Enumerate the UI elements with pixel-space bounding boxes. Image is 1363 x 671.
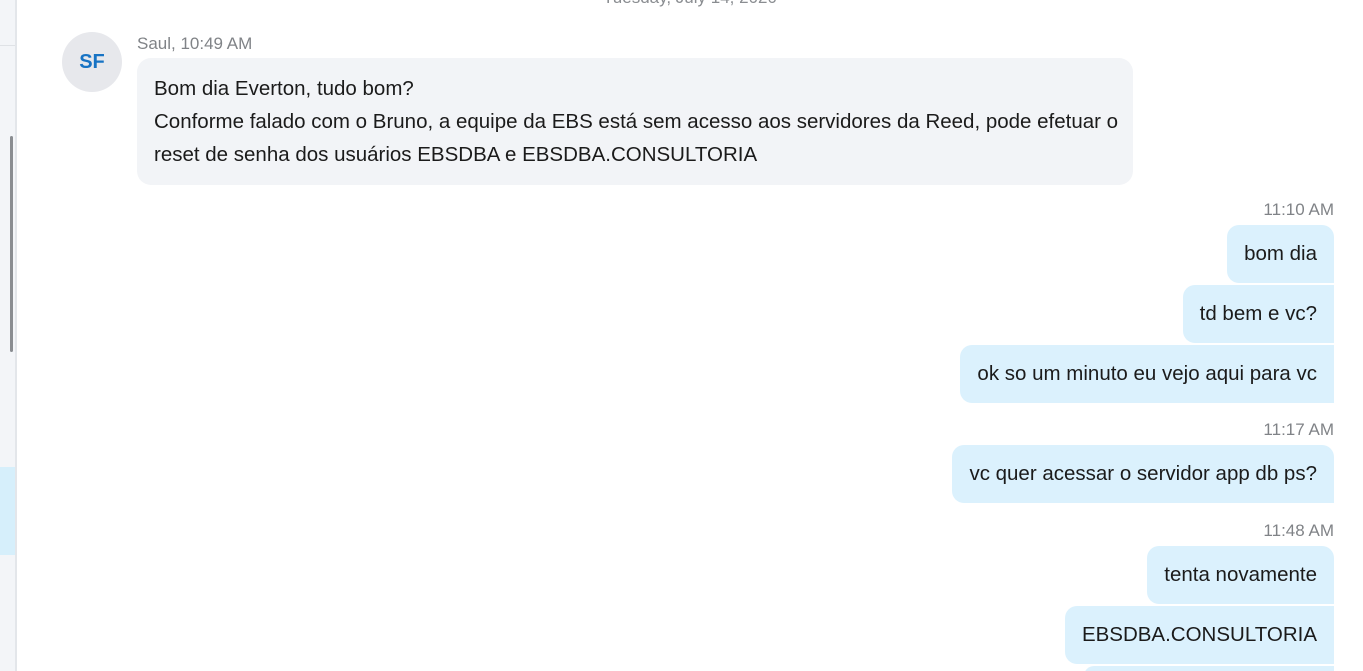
message-timestamp: 11:10 AM <box>1263 200 1334 219</box>
outgoing-message-bubble[interactable]: ok so um minuto eu vejo aqui para vc <box>960 345 1334 403</box>
outgoing-message-bubble[interactable]: td bem e vc? <box>1182 285 1334 343</box>
avatar-initials: SF <box>79 50 105 73</box>
outgoing-message-bubble-partial[interactable] <box>1084 666 1334 671</box>
conversation-list-panel <box>0 0 17 671</box>
sidebar-scrollbar[interactable] <box>10 136 13 352</box>
outgoing-message-bubble[interactable]: tenta novamente <box>1147 546 1334 604</box>
message-line: reset de senha dos usuários EBSDBA e EBS… <box>154 143 758 166</box>
outgoing-message-bubble[interactable]: vc quer acessar o servidor app db ps? <box>952 445 1334 503</box>
sidebar-divider <box>0 45 15 46</box>
avatar[interactable]: SF <box>62 32 122 92</box>
outgoing-message-bubble[interactable]: bom dia <box>1227 225 1334 283</box>
date-separator: Tuesday, July 14, 2020 <box>0 0 1363 8</box>
incoming-message-bubble[interactable]: Bom dia Everton, tudo bom? Conforme fala… <box>137 58 1133 185</box>
selected-conversation-item[interactable] <box>0 467 15 555</box>
message-timestamp: 11:17 AM <box>1263 420 1334 439</box>
message-line: Bom dia Everton, tudo bom? <box>154 77 414 100</box>
chat-window: Tuesday, July 14, 2020 SF Saul, 10:49 AM… <box>0 0 1363 671</box>
outgoing-message-bubble[interactable]: EBSDBA.CONSULTORIA <box>1064 606 1334 664</box>
message-line: Conforme falado com o Bruno, a equipe da… <box>154 110 1119 133</box>
message-timestamp: 11:48 AM <box>1263 521 1334 540</box>
message-sender-time: Saul, 10:49 AM <box>137 34 253 53</box>
